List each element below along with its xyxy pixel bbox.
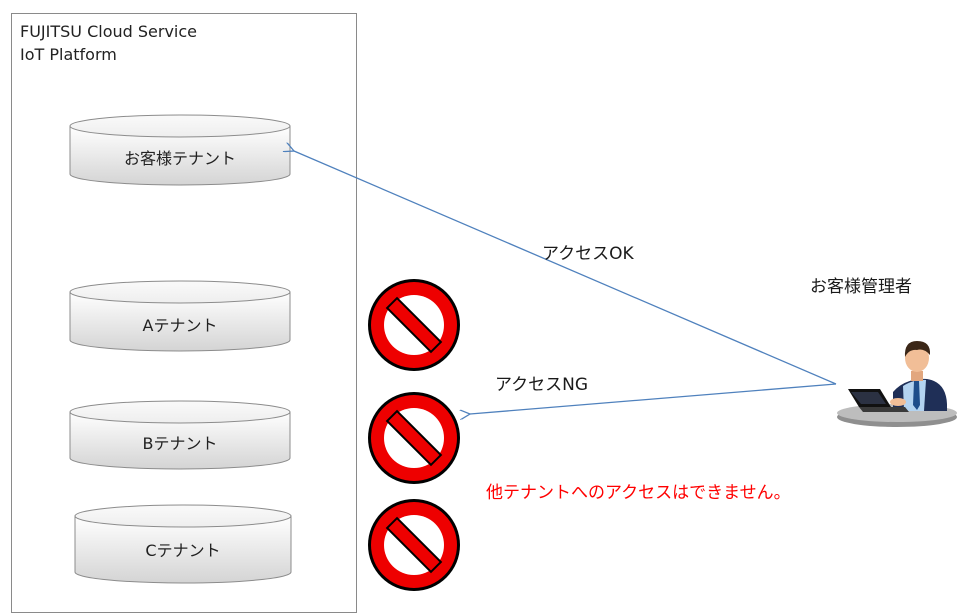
administrator-label: お客様管理者: [810, 277, 912, 297]
tenant-label-customer: お客様テナント: [123, 149, 236, 168]
prohibited-icon-a: [368, 279, 460, 371]
access-ng-label: アクセスNG: [495, 375, 589, 395]
prohibited-icon-b: [368, 392, 460, 484]
access-ok-label: アクセスOK: [542, 244, 634, 264]
prohibited-icon-c: [368, 499, 460, 591]
tenant-label-c: Cテナント: [145, 541, 221, 560]
warning-message: 他テナントへのアクセスはできません。: [486, 483, 791, 503]
tenant-label-a: Aテナント: [142, 316, 218, 335]
administrator-icon: [837, 341, 957, 427]
diagram-canvas: [69, 114, 957, 591]
tenant-label-b: Bテナント: [142, 434, 218, 453]
